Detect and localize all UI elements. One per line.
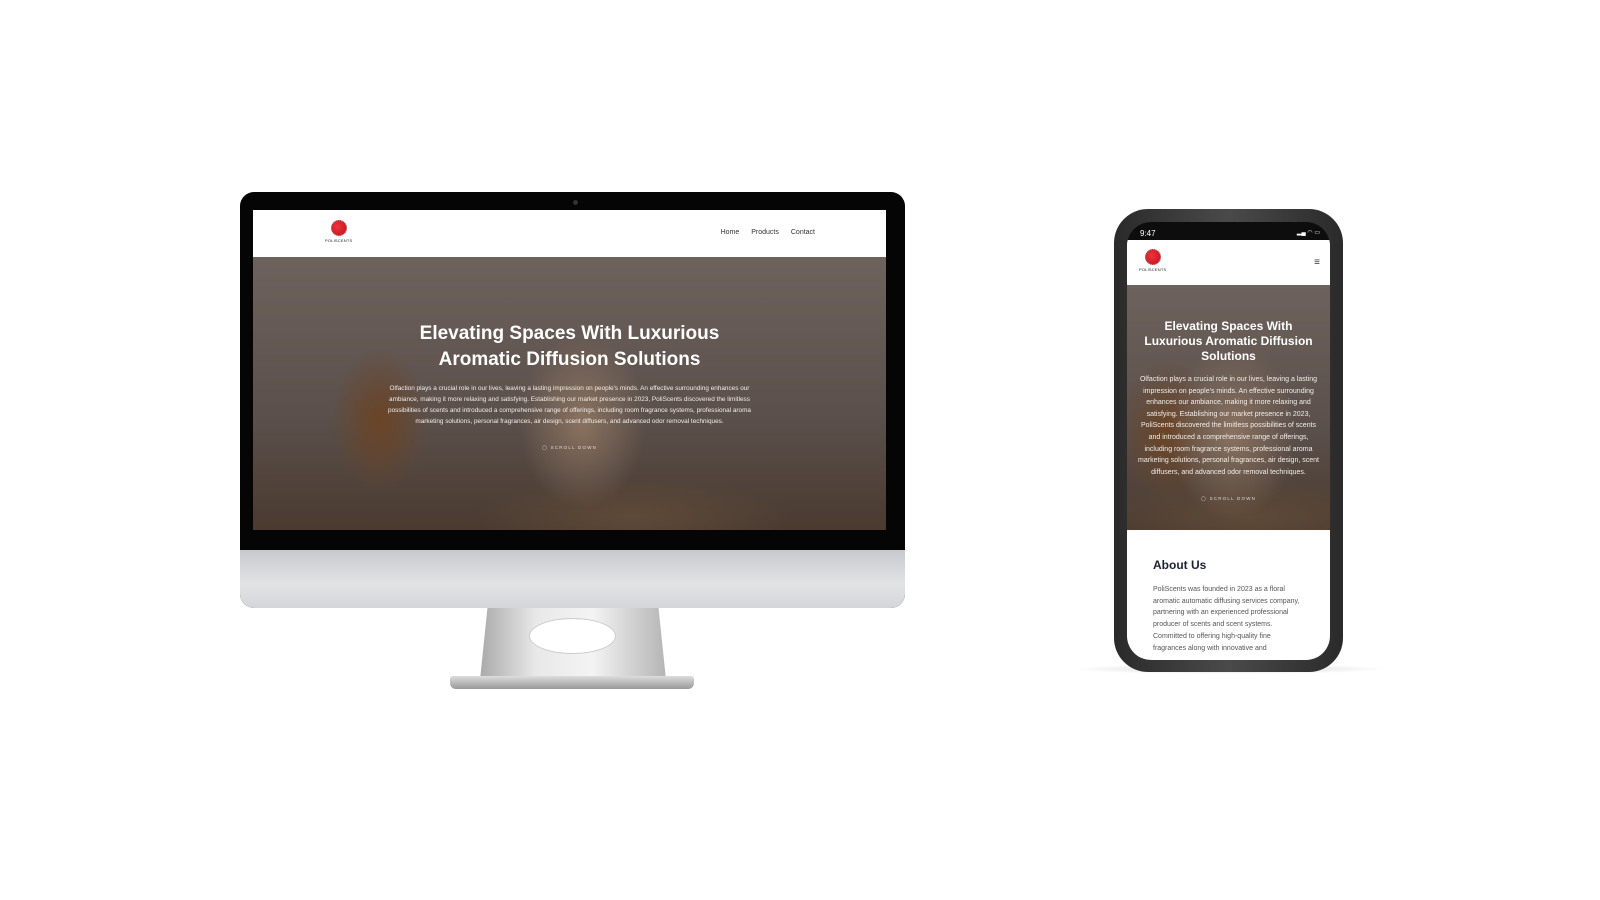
stand-cutout (529, 618, 616, 654)
hero-body: Olfaction plays a crucial role in our li… (388, 385, 751, 425)
about-title: About Us (1153, 558, 1207, 572)
mobile-header: POLISCENTS ≡ (1127, 240, 1330, 285)
status-icons: ▂▄ ◠ ▭ (1296, 230, 1320, 236)
mobile-page: POLISCENTS ≡ Elevating Spaces With Luxur… (1127, 240, 1330, 660)
scroll-down-label: SCROLL DOWN (1209, 496, 1257, 502)
hero-body: Olfaction plays a crucial role in our li… (1138, 376, 1319, 476)
nav-contact[interactable]: Contact (791, 229, 815, 236)
site-header: POLISCENTS Home Products Contact (253, 210, 886, 257)
hero-section: Elevating Spaces With Luxurious Aromatic… (253, 257, 886, 530)
scroll-down-link[interactable]: ◯ SCROLL DOWN (253, 445, 886, 451)
monitor-base (450, 676, 694, 689)
phone-screen: 9:47 ▂▄ ◠ ▭ POLISCENTS ≡ Elevating Space… (1127, 222, 1330, 660)
mobile-hero: Elevating Spaces With Luxurious Aromatic… (1127, 285, 1330, 530)
logo-emblem (1144, 249, 1161, 265)
scroll-down-label: SCROLL DOWN (550, 445, 598, 450)
scroll-down-link[interactable]: ◯ SCROLL DOWN (1127, 496, 1330, 502)
status-time: 9:47 (1140, 229, 1156, 238)
brand-logo[interactable]: POLISCENTS (1139, 249, 1166, 272)
logo-text: POLISCENTS (1139, 267, 1167, 272)
nav-products[interactable]: Products (751, 229, 779, 236)
desktop-monitor-mockup: POLISCENTS Home Products Contact Elevati… (240, 192, 905, 608)
status-bar: 9:47 ▂▄ ◠ ▭ (1127, 222, 1330, 240)
nav-home[interactable]: Home (721, 229, 740, 236)
hero-title: Elevating Spaces With Luxurious Aromatic… (419, 323, 720, 370)
logo-text: POLISCENTS (325, 238, 353, 243)
about-body: PoliScents was founded in 2023 as a flor… (1153, 586, 1300, 652)
camera-dot (573, 200, 578, 205)
monitor-chin (240, 550, 905, 608)
hero-title: Elevating Spaces With Luxurious Aromatic… (1144, 319, 1313, 363)
brand-logo[interactable]: POLISCENTS (325, 220, 352, 243)
phone-mockup: 9:47 ▂▄ ◠ ▭ POLISCENTS ≡ Elevating Space… (1114, 209, 1343, 672)
hamburger-icon[interactable]: ≡ (1314, 257, 1320, 268)
main-nav: Home Products Contact (721, 229, 815, 236)
desktop-screen: POLISCENTS Home Products Contact Elevati… (253, 210, 886, 530)
about-section: About Us PoliScents was founded in 2023 … (1127, 530, 1330, 660)
logo-emblem (330, 220, 347, 236)
